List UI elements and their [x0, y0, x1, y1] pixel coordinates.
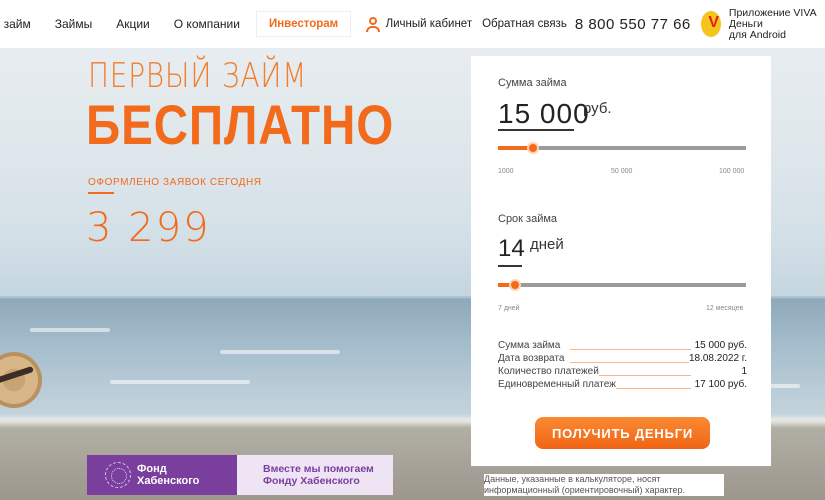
amount-underline	[498, 129, 574, 131]
term-label: Срок займа	[498, 213, 558, 225]
fund-name-line1: Фонд	[137, 463, 167, 475]
loan-summary: Сумма займа 15 000 руб. Дата возврата 18.0…	[498, 340, 747, 392]
summary-label: Единовременный платеж	[498, 379, 616, 391]
summary-label: Сумма займа	[498, 340, 561, 352]
summary-value: 1	[741, 366, 747, 378]
app-text-line2: для Android	[728, 28, 786, 41]
summary-row: Единовременный платеж 17 100 руб.	[498, 379, 747, 391]
amount-label: Сумма займа	[498, 77, 567, 89]
hero-title-line1: ПЕРВЫЙ ЗАЙМ	[88, 56, 308, 96]
amount-slider[interactable]	[498, 142, 746, 154]
amount-tick-max: 100 000	[719, 168, 745, 175]
fund-name-line2: Хабенского	[137, 475, 200, 487]
feedback-link[interactable]: Обратная связь	[482, 18, 567, 30]
personal-cabinet-link[interactable]: Личный кабинет	[386, 18, 473, 30]
summary-row: Сумма займа 15 000 руб.	[498, 340, 747, 352]
summary-value: 18.08.2022 г.	[688, 353, 747, 365]
fund-name: Фонд Хабенского	[137, 463, 199, 487]
fund-text-line2: Фонду Хабенского	[263, 475, 360, 487]
amount-tick-mid: 50 000	[611, 168, 633, 175]
fund-logo-icon	[105, 462, 131, 488]
term-tick-max: 12 месяцев	[706, 305, 744, 312]
fund-text-line1: Вместе мы помогаем	[263, 463, 374, 475]
summary-label: Количество платежей	[498, 366, 599, 378]
summary-value: 17 100 руб.	[694, 379, 747, 391]
nav-item-loan[interactable]: ь займ	[0, 17, 43, 31]
term-slider[interactable]	[498, 279, 746, 291]
khabensky-fund-banner[interactable]: Фонд Хабенского Вместе мы помогаем Фонду…	[87, 455, 393, 495]
nav-item-loans[interactable]: Займы	[43, 17, 105, 31]
amount-tick-min: 1000	[498, 168, 514, 175]
summary-row: Количество платежей 1	[498, 366, 747, 378]
applications-counter-value: 3 299	[86, 205, 211, 251]
get-money-button[interactable]: ПОЛУЧИТЬ ДЕНЬГИ	[535, 417, 710, 449]
phone-number[interactable]: 8 800 550 77 66	[575, 16, 691, 33]
summary-label: Дата возврата	[498, 353, 565, 365]
user-icon[interactable]	[365, 16, 381, 32]
calculator-disclaimer: Данные, указанные в калькуляторе, носят …	[484, 474, 724, 496]
term-underline	[498, 265, 522, 267]
fund-logo-block: Фонд Хабенского	[87, 455, 237, 495]
loan-calculator: Сумма займа 15 000 руб. 1000 50 000 100 …	[471, 56, 771, 466]
amount-unit: руб.	[583, 100, 612, 117]
android-app-link[interactable]: Приложение VIVA Деньги для Android	[728, 6, 825, 41]
term-unit: дней	[530, 236, 564, 253]
app-text-line1: Приложение VIVA Деньги	[728, 6, 816, 30]
nav-item-about[interactable]: О компании	[162, 17, 252, 31]
fund-message: Вместе мы помогаем Фонду Хабенского	[237, 455, 393, 495]
term-value[interactable]: 14	[498, 235, 525, 263]
term-tick-min: 7 дней	[498, 305, 520, 312]
counter-divider	[88, 192, 114, 194]
term-slider-handle[interactable]	[509, 279, 521, 291]
nav-item-promos[interactable]: Акции	[104, 17, 162, 31]
summary-row: Дата возврата 18.08.2022 г.	[498, 353, 747, 365]
top-navigation: ь займ Займы Акции О компании Инвесторам…	[0, 0, 825, 48]
amount-slider-handle[interactable]	[527, 142, 539, 154]
viva-app-logo-icon[interactable]: V	[700, 11, 721, 37]
applications-counter-label: ОФОРМЛЕНО ЗАЯВОК СЕГОДНЯ	[88, 177, 262, 188]
nav-item-investors[interactable]: Инвесторам	[255, 11, 352, 37]
hero-title-line2: БЕСПЛАТНО	[86, 93, 395, 156]
summary-value: 15 000 руб.	[694, 340, 747, 352]
amount-value[interactable]: 15 000	[498, 98, 590, 130]
